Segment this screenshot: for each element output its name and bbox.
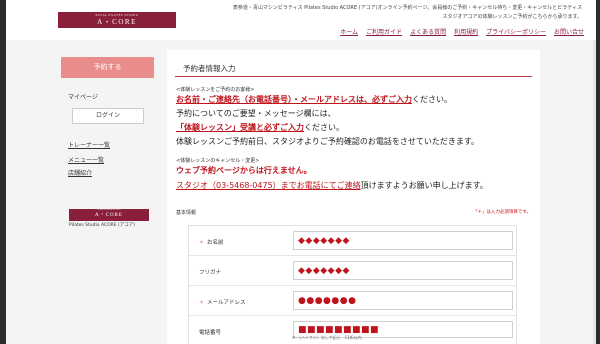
required-mark: ＊	[199, 300, 205, 306]
trial-notice-line-4: 体験レッスンご予約前日、スタジオよりご予約確認のお電話をさせていただきます。	[176, 137, 480, 146]
logo-title: A・CORE	[97, 18, 137, 26]
nav-terms[interactable]: 利用規約	[454, 27, 478, 36]
mypage-heading: マイページ	[68, 94, 98, 101]
tagline-line-2: スタジオアコアの体験レッスンご予約がこちらから承ります。	[442, 14, 582, 20]
nav-contact[interactable]: お問い合せ	[554, 27, 584, 36]
name-value: ◆◆◆◆◆◆◆	[298, 236, 350, 246]
reserve-button[interactable]: 予約する	[61, 57, 154, 78]
form-row-email: ＊メールアドレス ●●●●●●●	[189, 286, 516, 316]
form-row-name: ＊お名前 ◆◆◆◆◆◆◆	[189, 226, 516, 256]
email-input[interactable]: ●●●●●●●	[293, 291, 513, 310]
field-label-phone: 電話番号	[199, 330, 222, 336]
trial-line1-tail: ください。	[412, 95, 452, 104]
nav-privacy[interactable]: プライバシーポリシー	[486, 27, 546, 36]
nav-home[interactable]: ホーム	[340, 27, 358, 36]
basic-info-heading: 基本情報	[176, 210, 197, 216]
top-nav: ホーム ご利用ガイド よくある質問 利用規約 プライバシーポリシー お問い合せ	[340, 27, 584, 36]
trial-notice-line-1: お名前・ご連絡先（お電話番号）・メールアドレスは、必ずご入力ください。	[176, 94, 452, 105]
sidebar-link-menu[interactable]: メニュー一覧	[68, 155, 104, 164]
field-label-furigana: フリガナ	[199, 270, 222, 276]
nav-guide[interactable]: ご利用ガイド	[366, 27, 402, 36]
required-mark: ＊	[199, 240, 205, 246]
trial-notice-line-2: 予約についてのご要望・メッセージ欄には、	[176, 109, 336, 118]
required-note: 「＊」は入力必須項目です。	[472, 210, 531, 215]
window-edge-right	[596, 0, 600, 344]
field-label-email: メールアドレス	[207, 300, 246, 306]
sidebar-link-store[interactable]: 店舗紹介	[68, 168, 92, 177]
main-content: 予約者情報入力 <体験レッスンをご予約のお客様> お名前・ご連絡先（お電話番号）…	[167, 50, 540, 344]
name-input[interactable]: ◆◆◆◆◆◆◆	[293, 231, 513, 250]
sidebar-logo[interactable]: ROYAL PILATES STUDIO A・CORE	[69, 209, 149, 221]
nav-faq[interactable]: よくある質問	[410, 27, 446, 36]
page-title: 予約者情報入力	[183, 64, 236, 73]
login-button[interactable]: ログイン	[72, 108, 144, 124]
site-tagline: 表参道・青山マシンピラティス Pilates Studio ACORE (アコア…	[192, 4, 582, 22]
sidebar-logo-caption: Pilates Studio ACORE (アコア)	[69, 223, 136, 228]
sidebar-link-trainers[interactable]: トレーナー一覧	[68, 140, 110, 149]
furigana-value: ◆◆◆◆◆◆◆	[298, 266, 350, 276]
title-divider	[175, 76, 532, 77]
furigana-input[interactable]: ◆◆◆◆◆◆◆	[293, 261, 513, 280]
sidebar-logo-title: A・CORE	[95, 213, 123, 218]
trial-notice-heading: <体験レッスンをご予約のお客様>	[176, 87, 255, 93]
cancel-line2-tail: 頂けますようお願い申し上げます。	[360, 181, 488, 190]
field-label-name: お名前	[207, 240, 224, 246]
reservation-form: ＊お名前 ◆◆◆◆◆◆◆ フリガナ ◆◆◆◆◆◆◆ ＊メールアドレス ●●●●●…	[188, 225, 517, 344]
studio-phone-text: スタジオ（03-5468-0475）までお電話にてご連絡	[176, 181, 361, 190]
site-header: ROYAL PILATES STUDIO A・CORE 表参道・青山マシンピラテ…	[6, 0, 596, 40]
cancel-notice-line-2: スタジオ（03-5468-0475）までお電話にてご連絡頂けますようお願い申し上…	[176, 180, 488, 191]
cancel-notice-line-1: ウェブ予約ページからは行えません。	[176, 166, 312, 175]
phone-hint: ※-（ハイフン）なしで記入 11桁以内	[292, 335, 362, 340]
trial-line3-tail: ください。	[304, 123, 344, 132]
email-value: ●●●●●●●	[298, 296, 357, 306]
sidebar	[6, 40, 161, 344]
site-logo[interactable]: ROYAL PILATES STUDIO A・CORE	[58, 12, 176, 28]
trial-required-text: お名前・ご連絡先（お電話番号）・メールアドレスは、必ずご入力	[176, 95, 412, 104]
form-row-furigana: フリガナ ◆◆◆◆◆◆◆	[189, 256, 516, 286]
trial-message-required: 「体験レッスン」受講と必ずご入力	[176, 123, 304, 132]
tagline-line-1: 表参道・青山マシンピラティス Pilates Studio ACORE (アコア…	[232, 5, 582, 11]
page-scrollbar[interactable]	[593, 40, 596, 344]
trial-notice-line-3: 「体験レッスン」受講と必ずご入力ください。	[176, 122, 344, 133]
cancel-notice-heading: <体験レッスンのキャンセル・変更>	[176, 158, 260, 164]
